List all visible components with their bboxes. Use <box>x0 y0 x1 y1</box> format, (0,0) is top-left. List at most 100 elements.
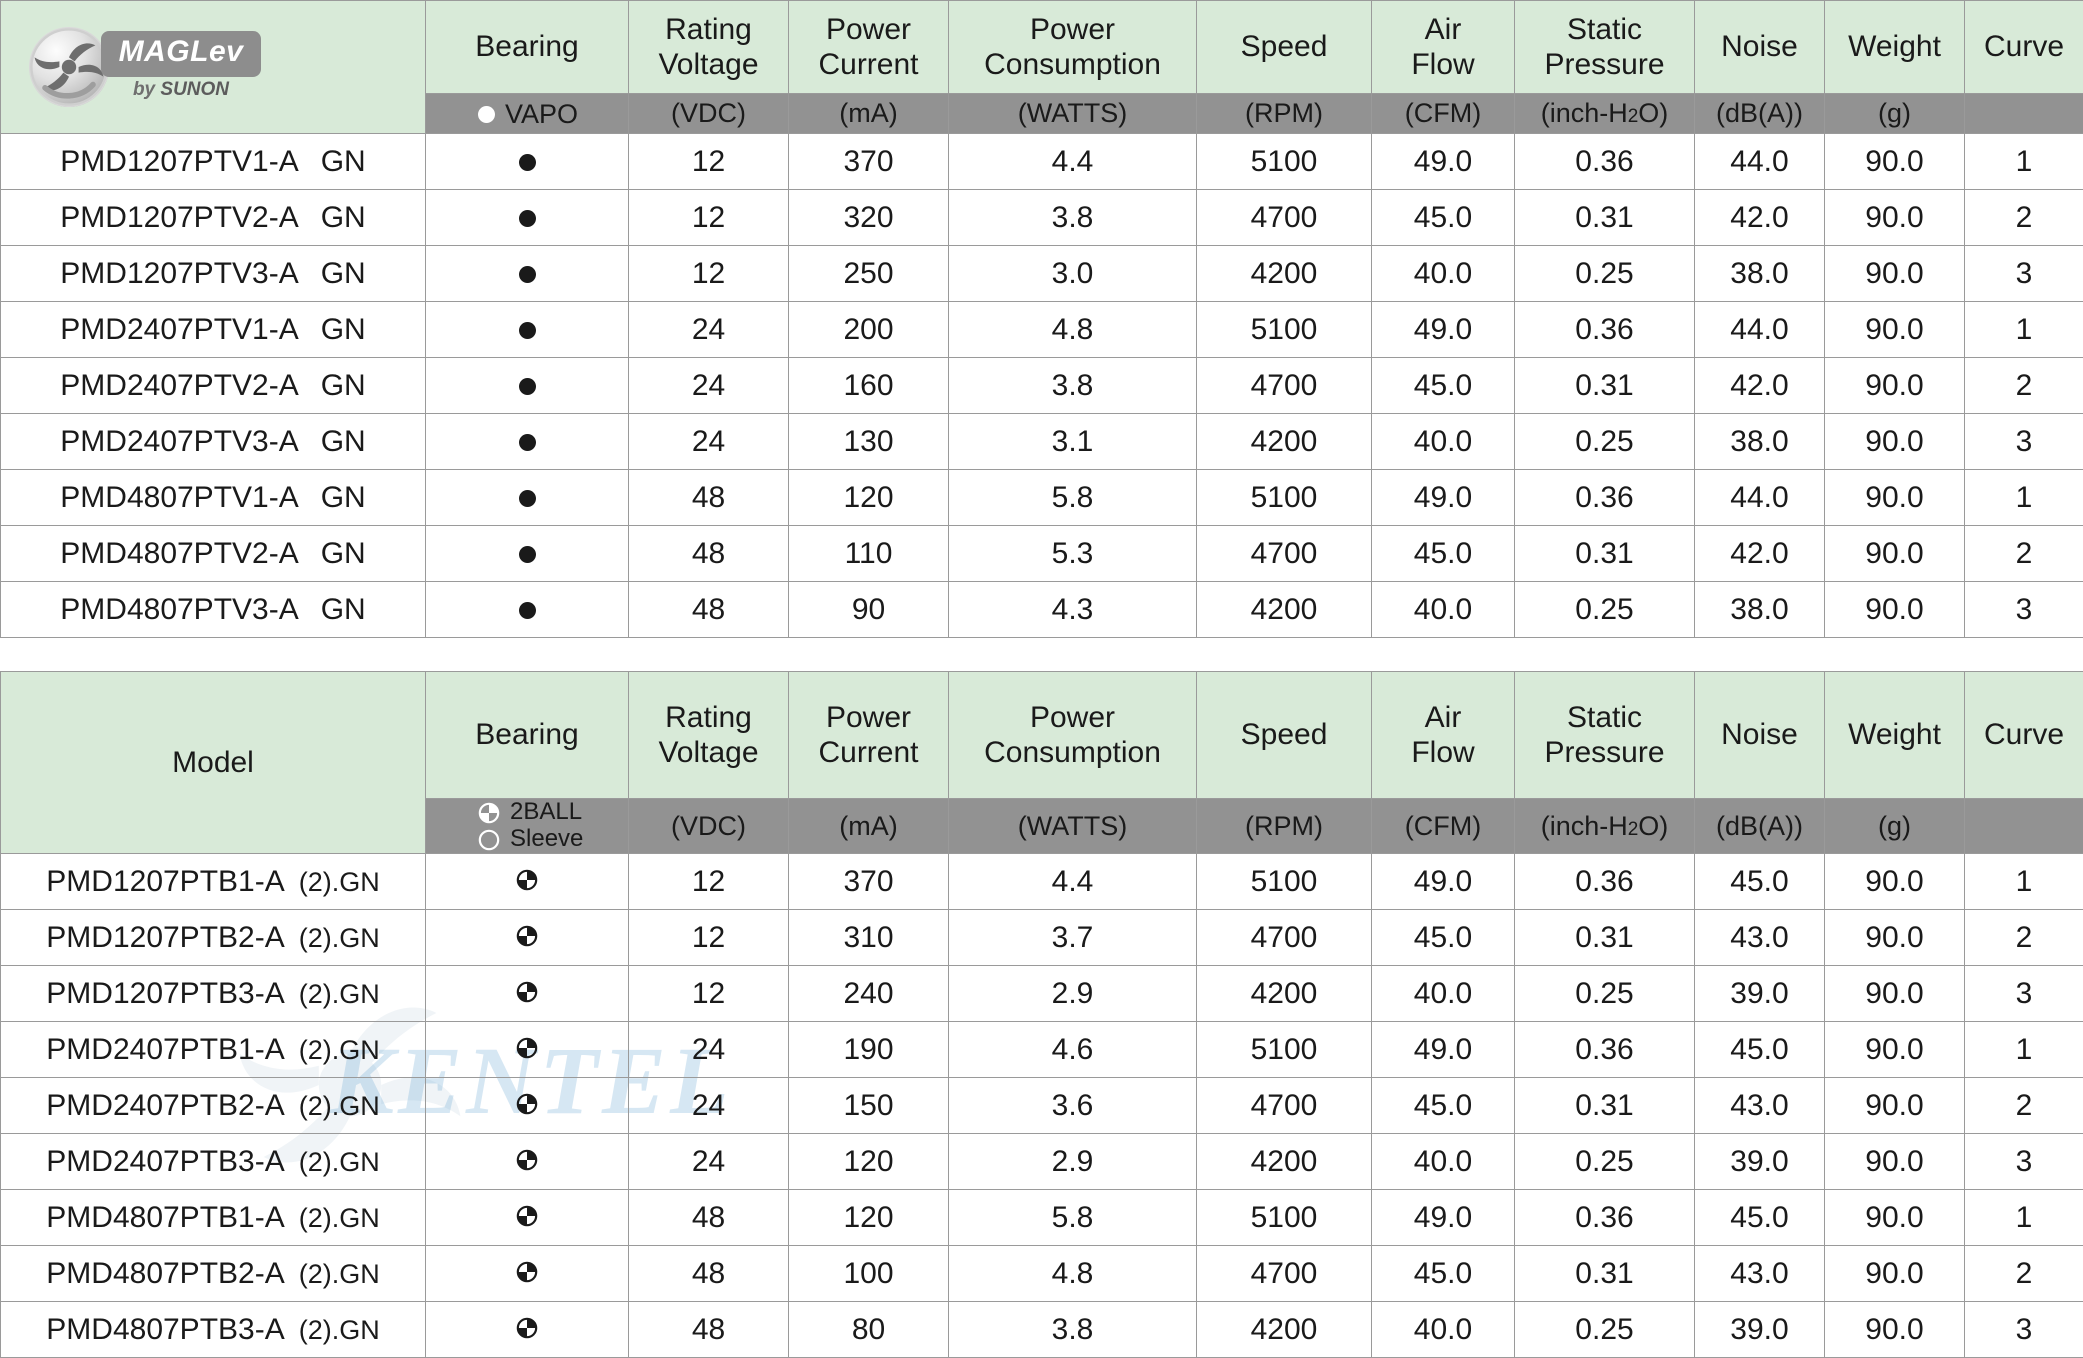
air-flow-line2: Flow <box>1411 48 1474 81</box>
cell-power-current: 200 <box>789 302 949 358</box>
table-row[interactable]: PMD2407PTB3-A(2).GN241202.9420040.00.253… <box>1 1134 2083 1190</box>
cell-speed: 4700 <box>1197 190 1372 246</box>
maglev-tagline: by SUNON <box>101 79 261 101</box>
power-current-line1-2: Power <box>826 701 911 734</box>
model-suffix: (2).GN <box>299 979 380 1009</box>
table-row[interactable]: PMD2407PTV2-AGN241603.8470045.00.3142.09… <box>1 358 2083 414</box>
spec-table-vapo: MAGLev by SUNON Bearing Rating Voltage P… <box>0 0 2083 638</box>
cell-curve: 1 <box>1965 134 2083 190</box>
cell-rating-voltage: 24 <box>629 1022 789 1078</box>
cell-model: PMD2407PTV1-AGN <box>1 302 426 358</box>
table-row[interactable]: PMD1207PTB3-A(2).GN122402.9420040.00.253… <box>1 966 2083 1022</box>
table-row[interactable]: PMD4807PTB1-A(2).GN481205.8510049.00.364… <box>1 1190 2083 1246</box>
table-row[interactable]: PMD4807PTB3-A(2).GN48803.8420040.00.2539… <box>1 1302 2083 1358</box>
cell-static-pressure: 0.25 <box>1515 246 1695 302</box>
table-row[interactable]: PMD4807PTV2-AGN481105.3470045.00.3142.09… <box>1 526 2083 582</box>
table-row[interactable]: PMD4807PTV1-AGN481205.8510049.00.3644.09… <box>1 470 2083 526</box>
col-header-noise: Noise <box>1695 1 1825 94</box>
unit-weight-2: (g) <box>1825 799 1965 854</box>
cell-noise: 44.0 <box>1695 302 1825 358</box>
model-suffix: GN <box>321 145 366 178</box>
cell-air-flow: 49.0 <box>1372 854 1515 910</box>
cell-curve: 1 <box>1965 470 2083 526</box>
table-row[interactable]: PMD4807PTB2-A(2).GN481004.8470045.00.314… <box>1 1246 2083 1302</box>
table-row[interactable]: PMD4807PTV3-AGN48904.3420040.00.2538.090… <box>1 582 2083 638</box>
cell-model: PMD2407PTB1-A(2).GN <box>1 1022 426 1078</box>
cell-rating-voltage: 24 <box>629 414 789 470</box>
cell-noise: 45.0 <box>1695 1022 1825 1078</box>
cell-weight: 90.0 <box>1825 414 1965 470</box>
cell-air-flow: 40.0 <box>1372 582 1515 638</box>
col-header-noise-2: Noise <box>1695 672 1825 799</box>
table-row[interactable]: PMD2407PTB1-A(2).GN241904.6510049.00.364… <box>1 1022 2083 1078</box>
table-row[interactable]: PMD1207PTB2-A(2).GN123103.7470045.00.314… <box>1 910 2083 966</box>
table-row[interactable]: PMD2407PTB2-A(2).GN241503.6470045.00.314… <box>1 1078 2083 1134</box>
cell-power-consumption: 2.9 <box>949 966 1197 1022</box>
cell-weight: 90.0 <box>1825 582 1965 638</box>
cell-bearing <box>426 1246 629 1302</box>
cell-speed: 4200 <box>1197 1302 1372 1358</box>
model-suffix: GN <box>321 593 366 626</box>
cell-power-current: 110 <box>789 526 949 582</box>
unit-curve-2 <box>1965 799 2083 854</box>
model-name: PMD1207PTV3-A <box>60 257 298 290</box>
table-row[interactable]: PMD2407PTV3-AGN241303.1420040.00.2538.09… <box>1 414 2083 470</box>
cell-model: PMD1207PTV2-AGN <box>1 190 426 246</box>
static-unit-tail: O) <box>1638 98 1668 128</box>
model-suffix: (2).GN <box>299 923 380 953</box>
unit-noise: (dB(A)) <box>1695 94 1825 134</box>
cell-power-consumption: 3.0 <box>949 246 1197 302</box>
cell-speed: 4200 <box>1197 582 1372 638</box>
cell-power-current: 310 <box>789 910 949 966</box>
cell-rating-voltage: 12 <box>629 190 789 246</box>
model-suffix: GN <box>321 369 366 402</box>
table-row[interactable]: PMD2407PTV1-AGN242004.8510049.00.3644.09… <box>1 302 2083 358</box>
model-suffix: (2).GN <box>299 1035 380 1065</box>
col-header-static-pressure-2: Static Pressure <box>1515 672 1695 799</box>
maglev-wordmark: MAGLev <box>101 31 261 77</box>
ball-bearing-icon <box>516 1205 538 1227</box>
cell-air-flow: 49.0 <box>1372 1190 1515 1246</box>
cell-static-pressure: 0.31 <box>1515 1246 1695 1302</box>
col-header-bearing: Bearing <box>426 1 629 94</box>
cell-noise: 43.0 <box>1695 1246 1825 1302</box>
unit-air-flow-2: (CFM) <box>1372 799 1515 854</box>
cell-bearing <box>426 358 629 414</box>
model-suffix: (2).GN <box>299 1315 380 1345</box>
static-unit-sub: 2 <box>1628 106 1639 127</box>
model-name: PMD2407PTB2-A <box>46 1089 284 1122</box>
cell-weight: 90.0 <box>1825 246 1965 302</box>
cell-noise: 39.0 <box>1695 1134 1825 1190</box>
col-header-weight: Weight <box>1825 1 1965 94</box>
cell-power-consumption: 4.6 <box>949 1022 1197 1078</box>
table-spacer <box>0 638 2083 671</box>
model-name: PMD2407PTV3-A <box>60 425 298 458</box>
table-row[interactable]: PMD1207PTV2-AGN123203.8470045.00.3142.09… <box>1 190 2083 246</box>
col-header-rating-voltage-2: Rating Voltage <box>629 672 789 799</box>
model-suffix: (2).GN <box>299 867 380 897</box>
cell-air-flow: 45.0 <box>1372 1246 1515 1302</box>
cell-power-current: 160 <box>789 358 949 414</box>
table-row[interactable]: PMD1207PTV1-AGN123704.4510049.00.3644.09… <box>1 134 2083 190</box>
cell-model: PMD4807PTV1-AGN <box>1 470 426 526</box>
cell-power-current: 320 <box>789 190 949 246</box>
cell-air-flow: 45.0 <box>1372 190 1515 246</box>
model-suffix: GN <box>321 481 366 514</box>
power-current-line2-2: Current <box>818 736 918 769</box>
cell-static-pressure: 0.25 <box>1515 966 1695 1022</box>
cell-speed: 4200 <box>1197 1134 1372 1190</box>
cell-model: PMD4807PTB3-A(2).GN <box>1 1302 426 1358</box>
table-row[interactable]: PMD1207PTV3-AGN122503.0420040.00.2538.09… <box>1 246 2083 302</box>
cell-air-flow: 45.0 <box>1372 358 1515 414</box>
cell-bearing <box>426 1302 629 1358</box>
cell-power-current: 150 <box>789 1078 949 1134</box>
cell-noise: 43.0 <box>1695 910 1825 966</box>
table1-body: PMD1207PTV1-AGN123704.4510049.00.3644.09… <box>1 134 2083 638</box>
table-row[interactable]: PMD1207PTB1-A(2).GN123704.4510049.00.364… <box>1 854 2083 910</box>
unit-consumption-2: (WATTS) <box>949 799 1197 854</box>
cell-weight: 90.0 <box>1825 134 1965 190</box>
model-name: PMD2407PTV2-A <box>60 369 298 402</box>
model-name: PMD4807PTV3-A <box>60 593 298 626</box>
cell-speed: 5100 <box>1197 134 1372 190</box>
vapo-dot-icon <box>519 546 536 563</box>
